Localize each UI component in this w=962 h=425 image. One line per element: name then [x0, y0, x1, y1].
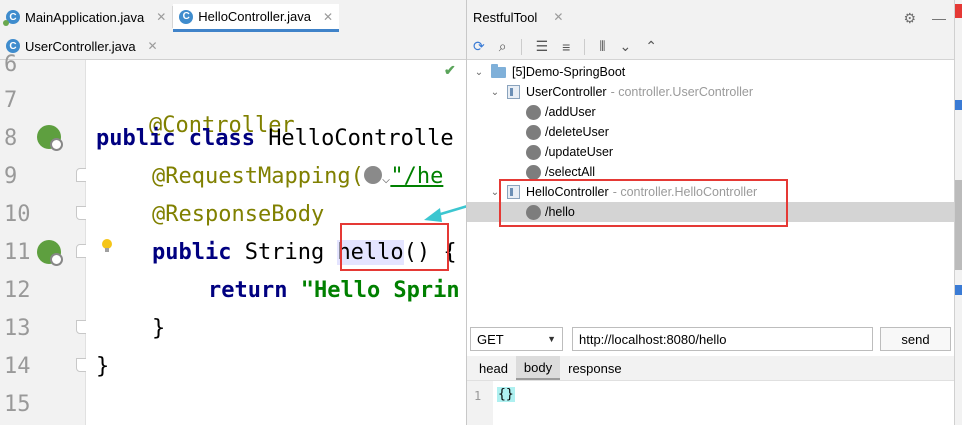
- tree-project[interactable]: ⌄ [5]Demo-SpringBoot: [467, 62, 954, 82]
- tab-label: HelloController.java: [198, 9, 312, 24]
- line-number: 7: [4, 88, 18, 113]
- close-icon[interactable]: ✕: [323, 10, 333, 24]
- refresh-icon[interactable]: ⟳: [473, 38, 485, 55]
- line-number: 12: [4, 278, 31, 303]
- spring-bean-icon[interactable]: [37, 125, 63, 151]
- class-icon: C: [3, 10, 20, 26]
- request-mapping-icon[interactable]: [37, 240, 63, 266]
- tab-body[interactable]: body: [515, 356, 561, 380]
- collapse-all-icon[interactable]: ⌃: [645, 38, 657, 55]
- code-line: @RequestMapping(⌵"/he: [152, 164, 444, 189]
- notification-icon[interactable]: [955, 4, 962, 18]
- expand-all-icon[interactable]: ⌄: [619, 38, 631, 55]
- restful-tool-strip-button[interactable]: [955, 180, 962, 270]
- code-line: }: [96, 354, 110, 379]
- minimize-icon[interactable]: —: [932, 10, 946, 27]
- line-number: 1: [467, 381, 493, 425]
- chevron-down-icon[interactable]: ⌄: [489, 87, 501, 98]
- tab-head[interactable]: head: [471, 356, 516, 380]
- search-icon[interactable]: ⌕: [499, 38, 507, 55]
- class-icon: C: [179, 9, 194, 24]
- endpoint-icon: [526, 124, 541, 140]
- database-icon[interactable]: [955, 100, 962, 110]
- body-content[interactable]: {}: [497, 387, 515, 402]
- line-number: 6: [4, 52, 18, 77]
- line-number: 9: [4, 164, 18, 189]
- close-icon[interactable]: ✕: [553, 10, 563, 24]
- chevron-down-icon: ▼: [547, 334, 556, 344]
- gear-icon[interactable]: ⚙: [903, 10, 916, 27]
- line-number: 8: [4, 126, 18, 151]
- tool-window-header: RestfulTool ✕ ⚙ —: [467, 0, 954, 34]
- chevron-down-icon[interactable]: ⌄: [473, 67, 485, 78]
- folder-icon: [491, 63, 506, 78]
- class-icon: C: [6, 39, 20, 53]
- highlight-box: [499, 179, 788, 227]
- endpoint-icon: [526, 104, 541, 120]
- code-line: }: [152, 316, 166, 341]
- filter-icon[interactable]: ☰: [536, 38, 549, 55]
- line-number: 13: [4, 316, 31, 341]
- tab-response[interactable]: response: [560, 356, 629, 380]
- body-editor[interactable]: 1 {}: [467, 380, 955, 425]
- tool-window-title: RestfulTool: [473, 9, 538, 25]
- right-tool-strip: [954, 0, 962, 425]
- restful-tool-panel: RestfulTool ✕ ⚙ — ⟳ ⌕ ☰ ≡ ⦀ ⌄ ⌃ ⌄ [5]Dem…: [466, 0, 955, 425]
- lightbulb-icon[interactable]: [101, 238, 113, 254]
- settings-filter-icon[interactable]: ≡: [562, 39, 570, 55]
- editor-tab-bar: C MainApplication.java ✕ C HelloControll…: [0, 0, 466, 60]
- tree-controller[interactable]: ⌄ UserController - controller.UserContro…: [467, 82, 954, 102]
- send-button[interactable]: send: [880, 327, 951, 351]
- tab-label: MainApplication.java: [25, 9, 145, 25]
- close-icon[interactable]: ✕: [148, 39, 158, 53]
- endpoint-icon: [526, 144, 541, 160]
- method-select[interactable]: GET ▼: [470, 327, 563, 351]
- url-input[interactable]: [572, 327, 873, 351]
- highlight-box: [340, 223, 449, 271]
- request-tabs: head body response: [467, 356, 954, 380]
- request-bar: GET ▼ send: [467, 324, 954, 354]
- editor-gutter: 6 7 8 9 10 11 12 13 14 15: [0, 52, 94, 425]
- tool-window-toolbar: ⟳ ⌕ ☰ ≡ ⦀ ⌄ ⌃: [467, 34, 954, 60]
- endpoint-icon: [526, 164, 541, 180]
- tree-endpoint[interactable]: /deleteUser: [467, 122, 954, 142]
- globe-icon[interactable]: [363, 166, 382, 184]
- tab-main-application[interactable]: C MainApplication.java ✕: [0, 4, 172, 30]
- tree-endpoint[interactable]: /updateUser: [467, 142, 954, 162]
- code-line: return "Hello Sprin: [208, 278, 460, 303]
- controller-icon: [507, 85, 520, 99]
- line-number: 11: [4, 240, 31, 265]
- maven-icon[interactable]: [955, 285, 962, 295]
- line-number: 15: [4, 392, 31, 417]
- modules-icon[interactable]: ⦀: [599, 38, 605, 55]
- check-icon: ✔: [444, 62, 456, 78]
- line-number: 10: [4, 202, 31, 227]
- line-number: 14: [4, 354, 31, 379]
- tab-hello-controller[interactable]: C HelloController.java ✕: [173, 4, 340, 32]
- tree-endpoint[interactable]: /addUser: [467, 102, 954, 122]
- code-line: public class HelloControlle: [96, 126, 454, 151]
- code-line: @ResponseBody: [152, 202, 325, 227]
- tab-label: UserController.java: [25, 38, 136, 54]
- close-icon[interactable]: ✕: [156, 10, 166, 24]
